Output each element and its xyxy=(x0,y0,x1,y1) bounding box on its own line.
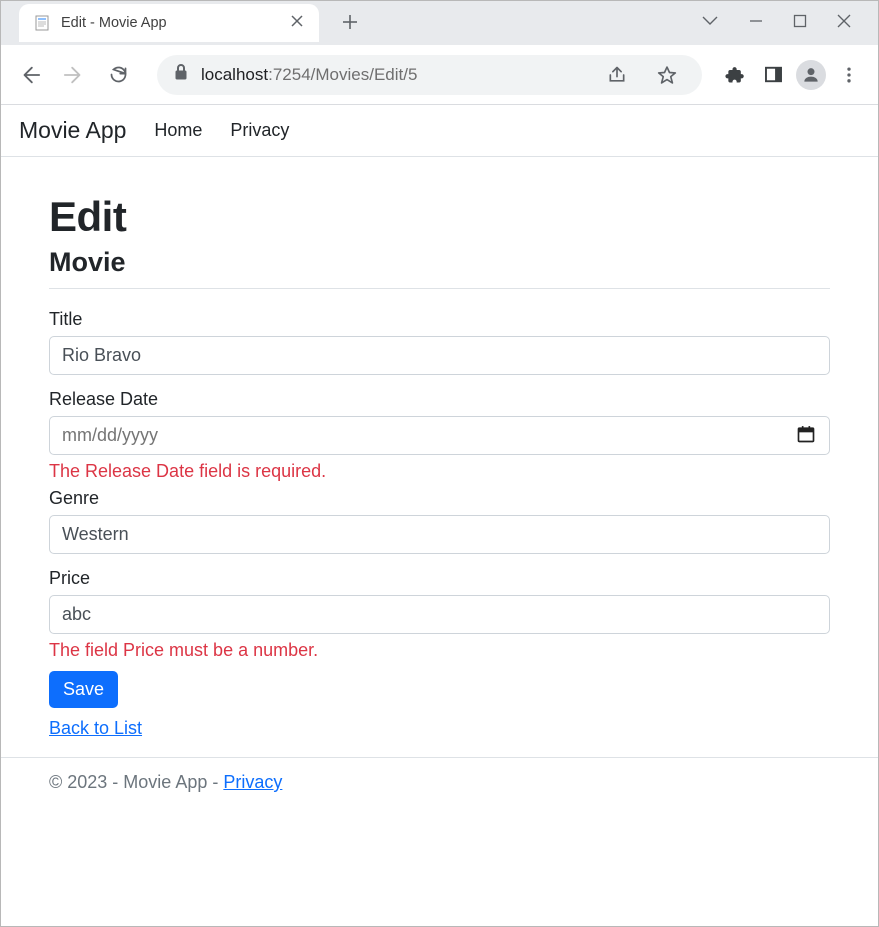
footer-privacy-link[interactable]: Privacy xyxy=(223,772,282,792)
footer: © 2023 - Movie App - Privacy xyxy=(1,757,878,807)
browser-tab-active[interactable]: Edit - Movie App xyxy=(19,4,319,42)
lock-icon xyxy=(173,63,189,86)
back-button[interactable] xyxy=(11,56,49,94)
extensions-icon[interactable] xyxy=(716,56,754,94)
title-input[interactable] xyxy=(49,336,830,375)
page-container: Edit Movie Title Release Date The Releas… xyxy=(1,157,878,745)
window-controls xyxy=(673,0,879,46)
minimize-icon[interactable] xyxy=(749,14,763,33)
url-host: localhost xyxy=(201,65,268,84)
browser-chrome: Edit - Movie App localhost:7254/Movies/E… xyxy=(1,1,878,105)
genre-label: Genre xyxy=(49,488,830,509)
price-error: The field Price must be a number. xyxy=(49,640,830,661)
divider xyxy=(49,288,830,289)
app-navbar: Movie App Home Privacy xyxy=(1,105,878,157)
page-title: Edit xyxy=(49,193,830,241)
favicon-icon xyxy=(33,14,51,32)
address-bar[interactable]: localhost:7254/Movies/Edit/5 xyxy=(157,55,702,95)
kebab-menu-icon[interactable] xyxy=(830,56,868,94)
new-tab-button[interactable] xyxy=(337,10,363,36)
reload-button[interactable] xyxy=(99,56,137,94)
tab-title: Edit - Movie App xyxy=(61,15,279,31)
back-to-list-link[interactable]: Back to List xyxy=(49,718,142,739)
profile-button[interactable] xyxy=(792,56,830,94)
caret-down-icon[interactable] xyxy=(701,14,719,32)
close-window-icon[interactable] xyxy=(837,14,851,33)
price-label: Price xyxy=(49,568,830,589)
nav-link-home[interactable]: Home xyxy=(154,120,202,141)
nav-link-privacy[interactable]: Privacy xyxy=(230,120,289,141)
genre-input[interactable] xyxy=(49,515,830,554)
avatar-icon xyxy=(796,60,826,90)
share-icon[interactable] xyxy=(598,56,636,94)
url-path: :7254/Movies/Edit/5 xyxy=(268,65,417,84)
url-text: localhost:7254/Movies/Edit/5 xyxy=(201,65,417,85)
title-label: Title xyxy=(49,309,830,330)
bookmark-star-icon[interactable] xyxy=(648,56,686,94)
brand-text[interactable]: Movie App xyxy=(19,117,126,144)
page-subtitle: Movie xyxy=(49,247,830,278)
close-tab-icon[interactable] xyxy=(289,12,305,34)
footer-text: © 2023 - Movie App - xyxy=(49,772,223,792)
price-input[interactable] xyxy=(49,595,830,634)
maximize-icon[interactable] xyxy=(793,14,807,33)
forward-button[interactable] xyxy=(55,56,93,94)
browser-toolbar: localhost:7254/Movies/Edit/5 xyxy=(1,45,878,105)
release-date-label: Release Date xyxy=(49,389,830,410)
app-viewport: Movie App Home Privacy Edit Movie Title … xyxy=(1,105,878,807)
sidepanel-icon[interactable] xyxy=(754,56,792,94)
save-button[interactable]: Save xyxy=(49,671,118,708)
release-date-input[interactable] xyxy=(49,416,830,455)
